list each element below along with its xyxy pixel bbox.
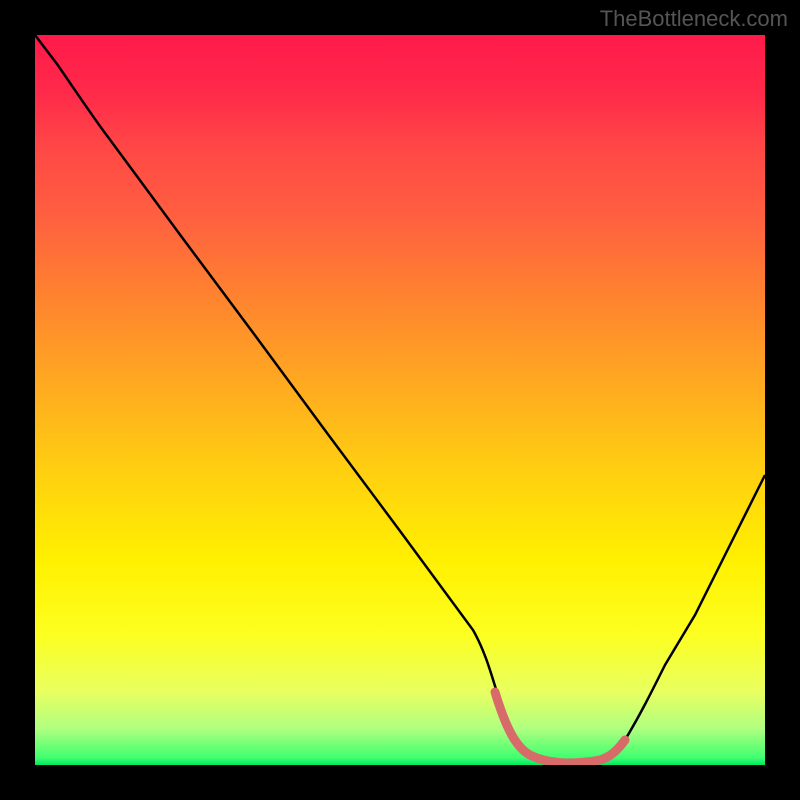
chart-plot-area: [35, 35, 765, 765]
chart-svg-layer: [35, 35, 765, 765]
bottleneck-curve-line: [35, 35, 765, 763]
optimal-range-highlight-line: [495, 692, 625, 763]
watermark-text: TheBottleneck.com: [600, 6, 788, 32]
